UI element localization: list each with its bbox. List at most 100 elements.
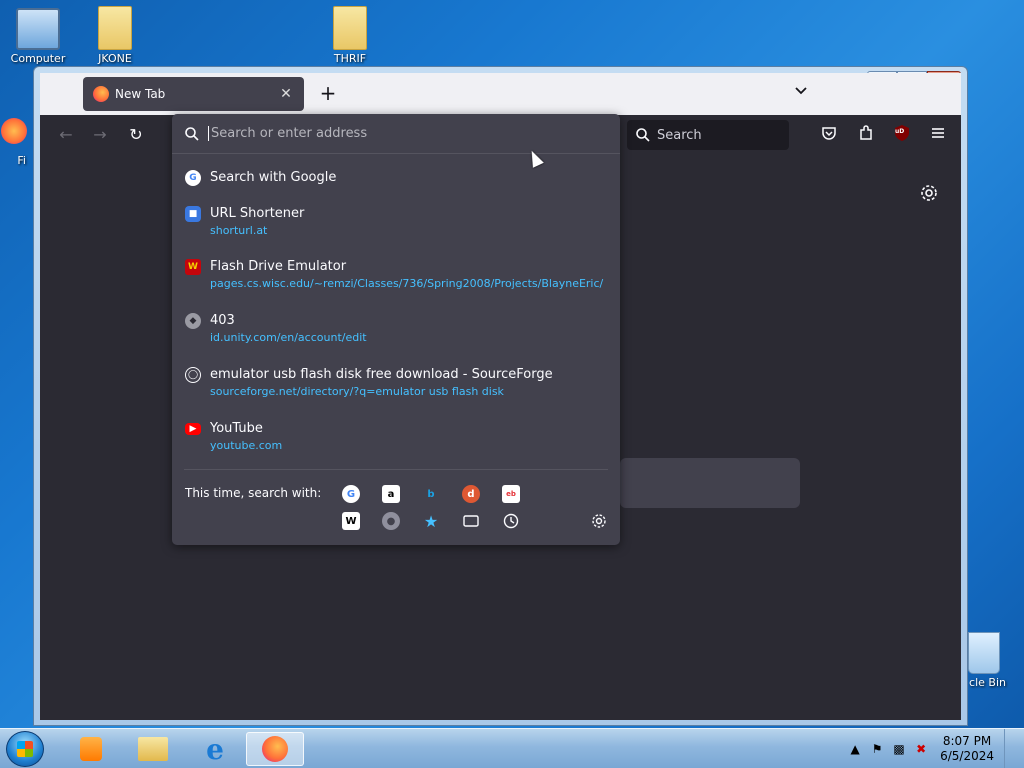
menu-button[interactable] [927, 124, 949, 146]
gear-icon [921, 185, 937, 201]
history-search-button[interactable] [502, 512, 520, 530]
tab-new-tab[interactable]: New Tab ✕ [83, 77, 304, 111]
clock-icon [503, 513, 519, 529]
google-icon: G [185, 170, 201, 186]
result-url-shortener[interactable]: ■ URL Shortener shorturl.at [172, 205, 620, 239]
result-title: 403 [210, 313, 235, 328]
result-url: shorturl.at [210, 224, 268, 237]
windows-logo-icon [17, 741, 33, 757]
result-url: id.unity.com/en/account/edit [210, 331, 367, 344]
result-sourceforge[interactable]: ◯ emulator usb flash disk free download … [172, 366, 620, 400]
search-placeholder: Search [657, 127, 702, 143]
network-icon[interactable]: ▩ [892, 742, 906, 756]
duckduckgo-icon: d [467, 488, 475, 500]
newtab-search-box[interactable] [620, 458, 800, 508]
magnifier-icon: ● [386, 515, 396, 527]
list-all-tabs-button[interactable] [791, 83, 811, 103]
taskbar-media-player[interactable] [62, 732, 120, 766]
urlbar-input-row [172, 114, 620, 154]
internet-explorer-icon: e [206, 732, 224, 766]
search-bar[interactable]: Search [627, 120, 789, 150]
desktop-icon-firefox[interactable]: Fi [0, 118, 36, 167]
puzzle-icon [860, 125, 872, 140]
media-player-icon [80, 737, 102, 761]
url-shortener-icon: ■ [185, 206, 201, 222]
show-desktop-button[interactable] [1004, 729, 1014, 768]
reload-button[interactable]: ↻ [124, 123, 148, 147]
start-button[interactable] [6, 731, 44, 767]
tab-bar: New Tab ✕ + [40, 73, 961, 115]
university-crest-icon: W [185, 259, 201, 275]
urlbar-dropdown: G Search with Google ■ URL Shortener sho… [172, 114, 620, 545]
taskbar-firefox[interactable] [246, 732, 304, 766]
result-title: Search with Google [210, 170, 337, 185]
pocket-icon [822, 127, 836, 140]
folder-icon [333, 6, 367, 50]
wikipedia-icon: W [345, 515, 357, 527]
taskbar-internet-explorer[interactable]: e [186, 732, 244, 766]
address-input[interactable] [208, 126, 588, 141]
bing-icon: b [427, 488, 435, 500]
new-tab-button[interactable]: + [316, 81, 340, 105]
arrow-left-icon: ← [59, 125, 73, 144]
firefox-icon [1, 118, 27, 144]
computer-icon [16, 8, 60, 50]
firefox-icon [93, 86, 109, 102]
result-unity-403[interactable]: ◆ 403 id.unity.com/en/account/edit [172, 312, 620, 346]
back-button[interactable]: ← [54, 123, 78, 147]
search-icon [185, 126, 199, 141]
firefox-icon [262, 736, 288, 762]
search-settings-button[interactable] [590, 512, 608, 530]
tabs-search-button[interactable] [462, 512, 480, 530]
oneoff-search-label: This time, search with: [185, 486, 322, 500]
engine-ebay-button[interactable]: eb [502, 485, 520, 503]
google-icon: G [346, 488, 356, 500]
engine-wikipedia-button[interactable]: W [342, 512, 360, 530]
folder-icon [138, 737, 168, 761]
tab-close-icon[interactable]: ✕ [278, 86, 294, 102]
chevron-down-icon [795, 87, 807, 95]
taskbar-file-explorer[interactable] [124, 732, 182, 766]
arrow-right-icon: → [93, 125, 107, 144]
hamburger-menu-icon [932, 128, 944, 138]
result-search-google[interactable]: G Search with Google [172, 169, 620, 187]
engine-duckduckgo-button[interactable]: d [462, 485, 480, 503]
star-icon: ★ [423, 511, 439, 531]
taskbar: e ▲ ⚑ ▩ ✖ 8:07 PM 6/5/2024 [0, 728, 1024, 768]
globe-icon: ◯ [185, 367, 201, 383]
engine-search-button[interactable]: ● [382, 512, 400, 530]
bookmarks-search-button[interactable]: ★ [422, 511, 440, 531]
recycle-bin-icon [968, 632, 1000, 674]
desktop-icon-label: Fi [17, 154, 26, 167]
show-hidden-icons-button[interactable]: ▲ [848, 742, 862, 756]
desktop-icon-folder-thrif[interactable]: THRIF [320, 6, 380, 65]
personalize-settings-button[interactable] [919, 183, 939, 203]
result-title: emulator usb flash disk free download - … [210, 367, 553, 382]
engine-bing-button[interactable]: b [422, 485, 440, 503]
amazon-icon: a [387, 488, 395, 500]
reload-icon: ↻ [129, 125, 143, 144]
ublock-badge: uD [895, 128, 905, 135]
forward-button[interactable]: → [88, 123, 112, 147]
tab-title: New Tab [115, 87, 166, 101]
flag-icon[interactable]: ⚑ [870, 742, 884, 756]
desktop-icon-label: Computer [10, 52, 66, 65]
engine-google-button[interactable]: G [342, 485, 360, 503]
engine-amazon-button[interactable]: a [382, 485, 400, 503]
plus-icon: + [319, 81, 337, 105]
result-url: youtube.com [210, 439, 283, 452]
extensions-button[interactable] [855, 124, 877, 146]
result-title: Flash Drive Emulator [210, 259, 347, 274]
volume-muted-icon[interactable]: ✖ [914, 742, 928, 756]
desktop-icon-computer[interactable]: Computer [8, 8, 68, 65]
ebay-icon: eb [506, 490, 516, 498]
clock[interactable]: 8:07 PM 6/5/2024 [940, 734, 994, 764]
desktop-icon-folder-jkone[interactable]: JKONE [85, 6, 145, 65]
result-title: YouTube [210, 421, 263, 436]
youtube-icon: ▶ [185, 423, 201, 435]
pocket-button[interactable] [818, 124, 840, 146]
result-youtube[interactable]: ▶ YouTube youtube.com [172, 420, 620, 454]
result-title: URL Shortener [210, 206, 305, 221]
result-flash-drive-emulator[interactable]: W Flash Drive Emulator pages.cs.wisc.edu… [172, 258, 620, 292]
ublock-origin-button[interactable]: uD [891, 124, 913, 146]
